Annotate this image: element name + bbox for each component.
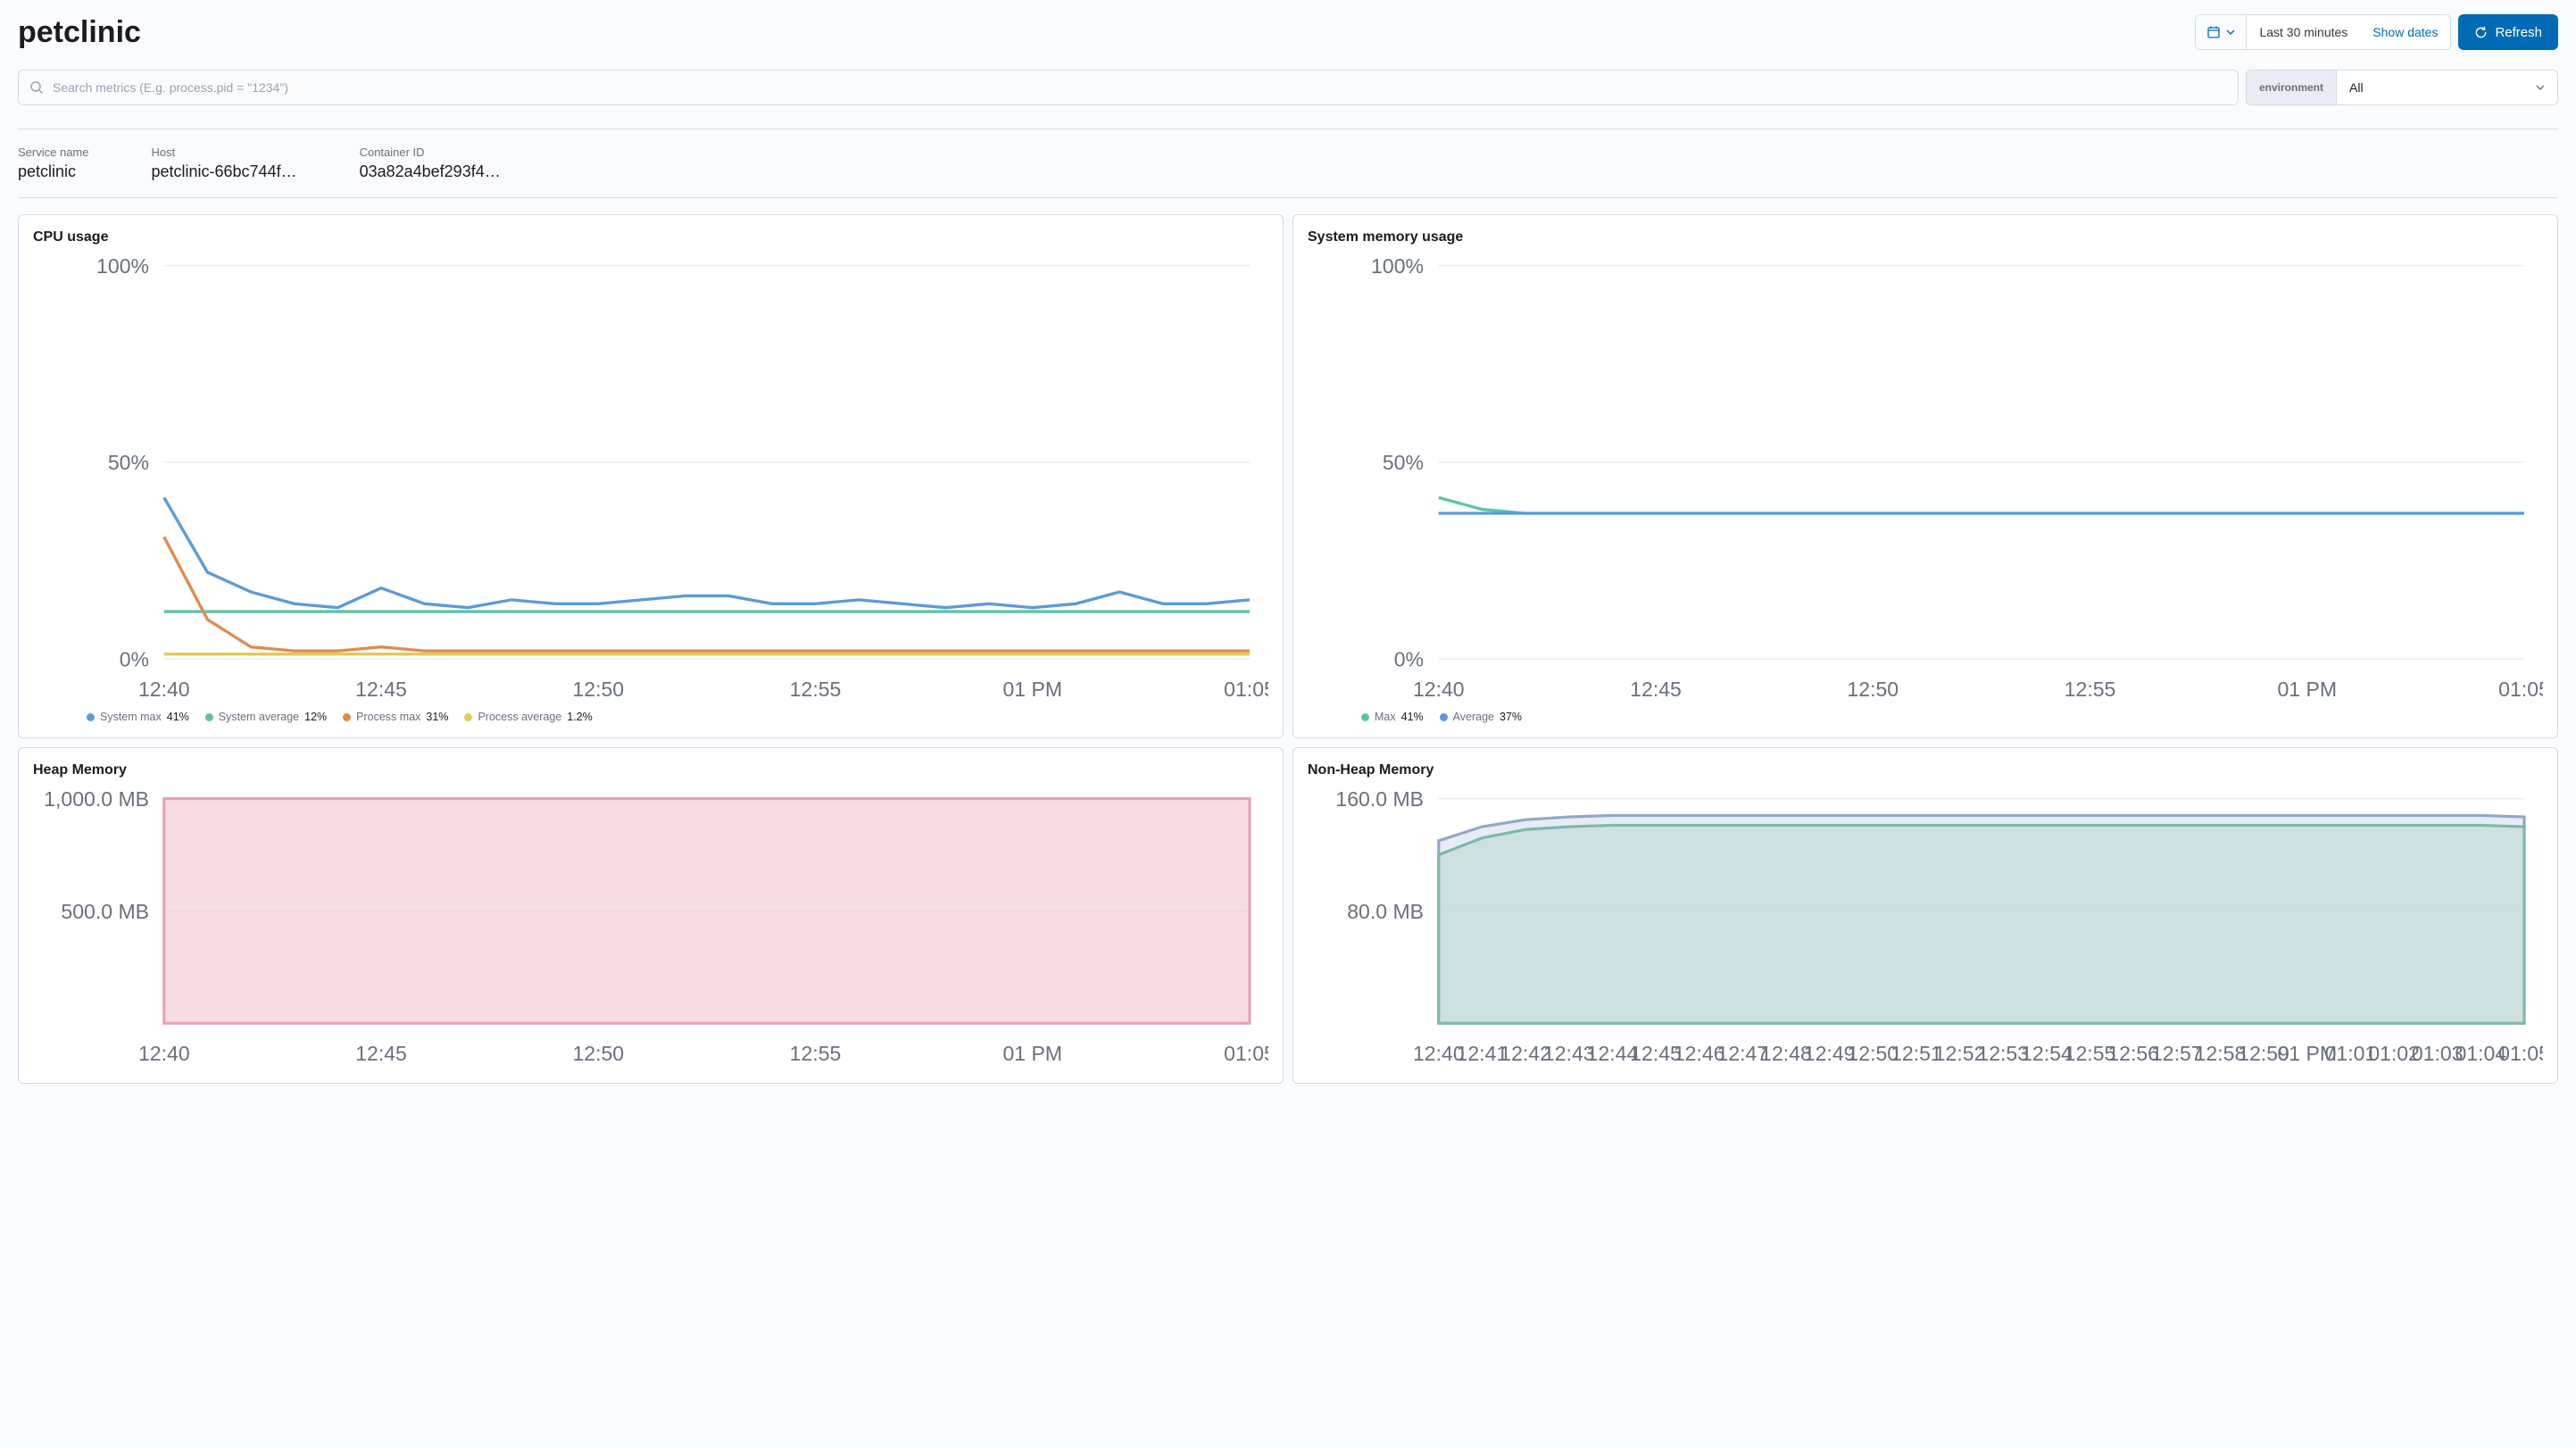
- svg-text:01 PM: 01 PM: [2277, 678, 2337, 701]
- search-input[interactable]: [53, 80, 2227, 95]
- svg-text:100%: 100%: [96, 254, 149, 278]
- date-range-picker[interactable]: Last 30 minutes Show dates: [2195, 14, 2451, 50]
- legend-dot: [343, 713, 351, 721]
- svg-text:50%: 50%: [108, 451, 149, 474]
- meta-service-name: Service name petclinic: [18, 146, 88, 181]
- svg-text:12:50: 12:50: [572, 1042, 624, 1065]
- svg-text:160.0 MB: 160.0 MB: [1335, 787, 1424, 811]
- legend-name: System average: [219, 711, 299, 723]
- svg-text:12:40: 12:40: [138, 678, 190, 701]
- legend-value: 31%: [426, 711, 448, 723]
- legend-value: 41%: [167, 711, 189, 723]
- svg-text:12:50: 12:50: [572, 678, 624, 701]
- meta-value: petclinic: [18, 162, 88, 181]
- svg-text:0%: 0%: [1394, 647, 1424, 670]
- refresh-button[interactable]: Refresh: [2458, 14, 2558, 50]
- environment-filter-label: environment: [2247, 71, 2337, 104]
- svg-text:12:55: 12:55: [2065, 678, 2116, 701]
- chart-title: Non-Heap Memory: [1308, 762, 2543, 778]
- chart-legend: Max 41% Average 37%: [1308, 703, 2543, 723]
- svg-text:12:45: 12:45: [355, 1042, 407, 1065]
- calendar-button[interactable]: [2196, 15, 2247, 49]
- chart-svg: 0% 50% 100% 12:40 12:45 12:50 12:55 01 PM 01:05: [1308, 254, 2543, 703]
- refresh-button-label: Refresh: [2495, 25, 2542, 40]
- svg-text:01:05: 01:05: [1224, 678, 1268, 701]
- chart-title: CPU usage: [33, 229, 1268, 245]
- legend-value: 41%: [1401, 711, 1424, 723]
- legend-name: Max: [1375, 711, 1396, 723]
- chart-plot-area[interactable]: 80.0 MB160.0 MB12:4012:4112:4212:4312:44…: [1308, 787, 2543, 1069]
- chart-svg: 500.0 MB 1,000.0 MB 12:40 12:45 12:50 12:55 01…: [33, 787, 1268, 1069]
- environment-filter[interactable]: environment All: [2246, 70, 2558, 105]
- legend-dot: [87, 713, 95, 721]
- legend-item[interactable]: Max 41%: [1361, 711, 1424, 723]
- svg-text:12:45: 12:45: [1630, 678, 1682, 701]
- svg-text:12:40: 12:40: [138, 1042, 190, 1065]
- chart-cpu-usage: CPU usage 0%50%100%12:4012:4512:5012:550…: [18, 214, 1284, 738]
- meta-label: Host: [151, 146, 296, 159]
- chart-non-heap-memory: Non-Heap Memory 80.0 MB160.0 MB12:4012:4…: [1292, 747, 2558, 1084]
- chart-title: System memory usage: [1308, 229, 2543, 245]
- meta-host: Host petclinic-66bc744f…: [151, 146, 296, 181]
- svg-text:12:45: 12:45: [355, 678, 407, 701]
- search-icon: [29, 80, 44, 95]
- calendar-icon: [2206, 25, 2221, 39]
- legend-value: 12%: [304, 711, 327, 723]
- legend-dot: [464, 713, 472, 721]
- svg-text:01:05: 01:05: [2498, 1042, 2543, 1065]
- svg-text:12:55: 12:55: [790, 1042, 842, 1065]
- legend-item[interactable]: System max 41%: [87, 711, 189, 723]
- svg-text:80.0 MB: 80.0 MB: [1347, 900, 1424, 923]
- svg-text:12:55: 12:55: [790, 678, 842, 701]
- chart-svg: 80.0 MB160.0 MB12:4012:4112:4212:4312:44…: [1308, 787, 2543, 1069]
- legend-dot: [1361, 713, 1369, 721]
- meta-label: Service name: [18, 146, 88, 159]
- legend-name: Process max: [356, 711, 420, 723]
- legend-item[interactable]: Average 37%: [1440, 711, 1522, 723]
- legend-name: Process average: [478, 711, 561, 723]
- legend-item[interactable]: System average 12%: [205, 711, 327, 723]
- svg-text:01:05: 01:05: [1224, 1042, 1268, 1065]
- svg-text:100%: 100%: [1371, 254, 1424, 278]
- svg-text:12:40: 12:40: [1413, 678, 1465, 701]
- show-dates-link[interactable]: Show dates: [2360, 15, 2450, 49]
- meta-value: 03a82a4bef293f4…: [360, 162, 501, 181]
- svg-text:1,000.0 MB: 1,000.0 MB: [44, 787, 149, 811]
- svg-text:01:05: 01:05: [2498, 678, 2543, 701]
- svg-text:01 PM: 01 PM: [1002, 678, 1062, 701]
- search-box[interactable]: [18, 70, 2239, 105]
- chart-title: Heap Memory: [33, 762, 1268, 778]
- legend-value: 37%: [1500, 711, 1522, 723]
- page-title: petclinic: [18, 15, 141, 50]
- environment-filter-value[interactable]: All: [2337, 71, 2557, 104]
- chart-legend: System max 41% System average 12% Proces…: [33, 703, 1268, 723]
- svg-text:12:50: 12:50: [1847, 678, 1899, 701]
- svg-text:01 PM: 01 PM: [1002, 1042, 1062, 1065]
- divider: [18, 197, 2558, 198]
- chart-plot-area[interactable]: 0% 50% 100% 12:40 12:45 12:50 12:55 01 PM 01:05: [33, 254, 1268, 703]
- chart-plot-area[interactable]: 0% 50% 100% 12:40 12:45 12:50 12:55 01 PM 01:05: [1308, 254, 2543, 703]
- meta-label: Container ID: [360, 146, 501, 159]
- meta-container-id: Container ID 03a82a4bef293f4…: [360, 146, 501, 181]
- chart-svg: 0% 50% 100% 12:40 12:45 12:50 12:55 01 PM 01:05: [33, 254, 1268, 703]
- chart-system-memory: System memory usage 0% 50% 100% 12:40 12:45 1…: [1292, 214, 2558, 738]
- meta-value: petclinic-66bc744f…: [151, 162, 296, 181]
- legend-dot: [205, 713, 213, 721]
- legend-name: System max: [100, 711, 162, 723]
- date-range-label[interactable]: Last 30 minutes: [2247, 15, 2360, 49]
- legend-item[interactable]: Process average 1.2%: [464, 711, 592, 723]
- legend-name: Average: [1453, 711, 1494, 723]
- svg-text:500.0 MB: 500.0 MB: [61, 900, 149, 923]
- legend-value: 1.2%: [567, 711, 593, 723]
- chevron-down-icon: [2536, 83, 2545, 92]
- chart-heap-memory: Heap Memory 500.0 MB 1,000.0 MB 12:40 12:45…: [18, 747, 1284, 1084]
- legend-item[interactable]: Process max 31%: [343, 711, 448, 723]
- legend-dot: [1440, 713, 1448, 721]
- svg-text:50%: 50%: [1383, 451, 1424, 474]
- environment-filter-selected: All: [2349, 80, 2364, 95]
- refresh-icon: [2474, 26, 2488, 39]
- chart-plot-area[interactable]: 500.0 MB 1,000.0 MB 12:40 12:45 12:50 12:55 01…: [33, 787, 1268, 1069]
- svg-text:0%: 0%: [120, 647, 149, 670]
- chevron-down-icon: [2226, 28, 2235, 37]
